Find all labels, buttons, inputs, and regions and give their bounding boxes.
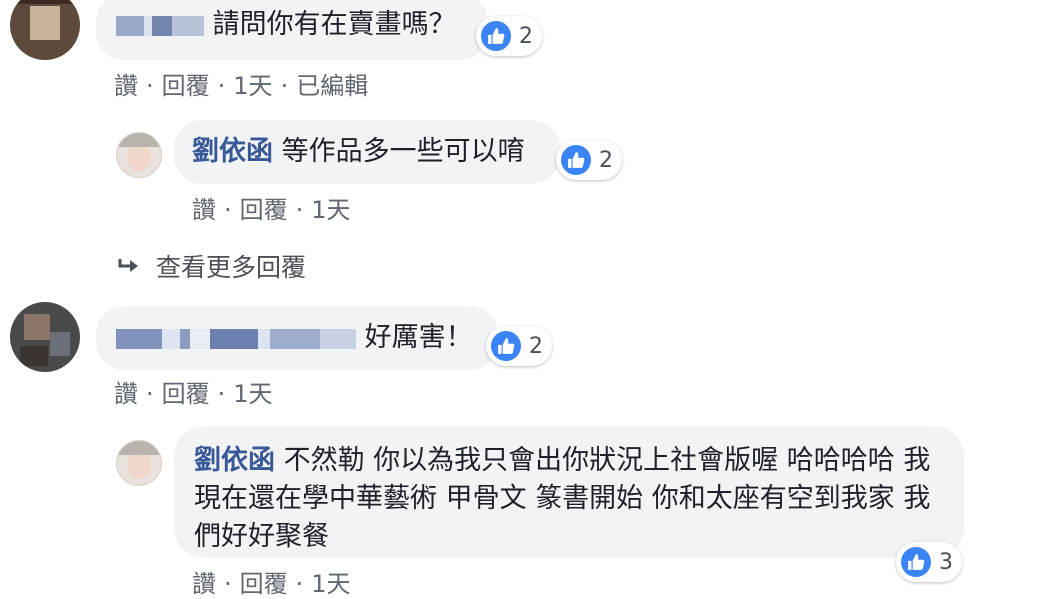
replier-name[interactable]: 劉依函	[194, 445, 275, 476]
reaction-count: 2	[519, 23, 533, 49]
replier-avatar[interactable]	[116, 132, 162, 178]
reaction-badge[interactable]: 2	[476, 16, 542, 56]
reaction-badge[interactable]: 3	[896, 542, 962, 582]
comment-actions: 讚 · 回覆 · 1天	[114, 380, 273, 408]
like-icon	[901, 547, 931, 577]
like-link[interactable]: 讚	[114, 72, 138, 100]
commenter-avatar[interactable]	[10, 0, 80, 60]
reply-link[interactable]: 回覆	[162, 380, 210, 408]
replier-name[interactable]: 劉依函	[192, 136, 273, 167]
reply-bubble: 劉依函 不然勒 你以為我只會出你狀況上社會版喔 哈哈哈哈 我現在還在學中華藝術 …	[174, 426, 964, 558]
comment-bubble: 請問你有在賣畫嗎？	[96, 0, 488, 60]
reply-link[interactable]: 回覆	[162, 72, 210, 100]
like-link[interactable]: 讚	[192, 570, 216, 598]
timestamp[interactable]: 1天	[233, 72, 272, 100]
reaction-count: 3	[939, 549, 953, 575]
like-icon	[561, 145, 591, 175]
view-more-replies-label: 查看更多回覆	[156, 253, 307, 282]
like-link[interactable]: 讚	[114, 380, 138, 408]
reply-bubble: 劉依函 等作品多一些可以唷	[174, 120, 560, 184]
like-icon	[491, 331, 521, 361]
comment-text: 請問你有在賣畫嗎？	[212, 9, 456, 40]
view-more-replies[interactable]: 查看更多回覆	[118, 248, 306, 284]
commenter-name-blurred[interactable]	[116, 328, 356, 349]
comment-bubble: 好厲害！	[96, 306, 498, 370]
reaction-badge[interactable]: 2	[556, 140, 622, 180]
comment-text: 好厲害！	[364, 322, 473, 353]
commenter-name-blurred[interactable]	[116, 15, 204, 36]
timestamp[interactable]: 1天	[233, 380, 272, 408]
reaction-count: 2	[599, 147, 613, 173]
timestamp[interactable]: 1天	[311, 570, 350, 598]
reply-actions: 讚 · 回覆 · 1天	[192, 570, 351, 598]
reply-link[interactable]: 回覆	[240, 196, 288, 224]
reply-text: 等作品多一些可以唷	[281, 136, 525, 167]
reply-text: 不然勒 你以為我只會出你狀況上社會版喔 哈哈哈哈 我現在還在學中華藝術 甲骨文 …	[194, 445, 931, 552]
comment-actions: 讚 · 回覆 · 1天 · 已編輯	[114, 72, 369, 100]
like-icon	[481, 21, 511, 51]
replier-avatar[interactable]	[116, 440, 162, 486]
commenter-avatar[interactable]	[10, 302, 80, 372]
reply-arrow-icon	[118, 259, 138, 272]
reply-link[interactable]: 回覆	[240, 570, 288, 598]
timestamp[interactable]: 1天	[311, 196, 350, 224]
reaction-count: 2	[529, 333, 543, 359]
like-link[interactable]: 讚	[192, 196, 216, 224]
reaction-badge[interactable]: 2	[486, 326, 552, 366]
reply-actions: 讚 · 回覆 · 1天	[192, 196, 351, 224]
edited-label[interactable]: 已編輯	[296, 72, 368, 100]
